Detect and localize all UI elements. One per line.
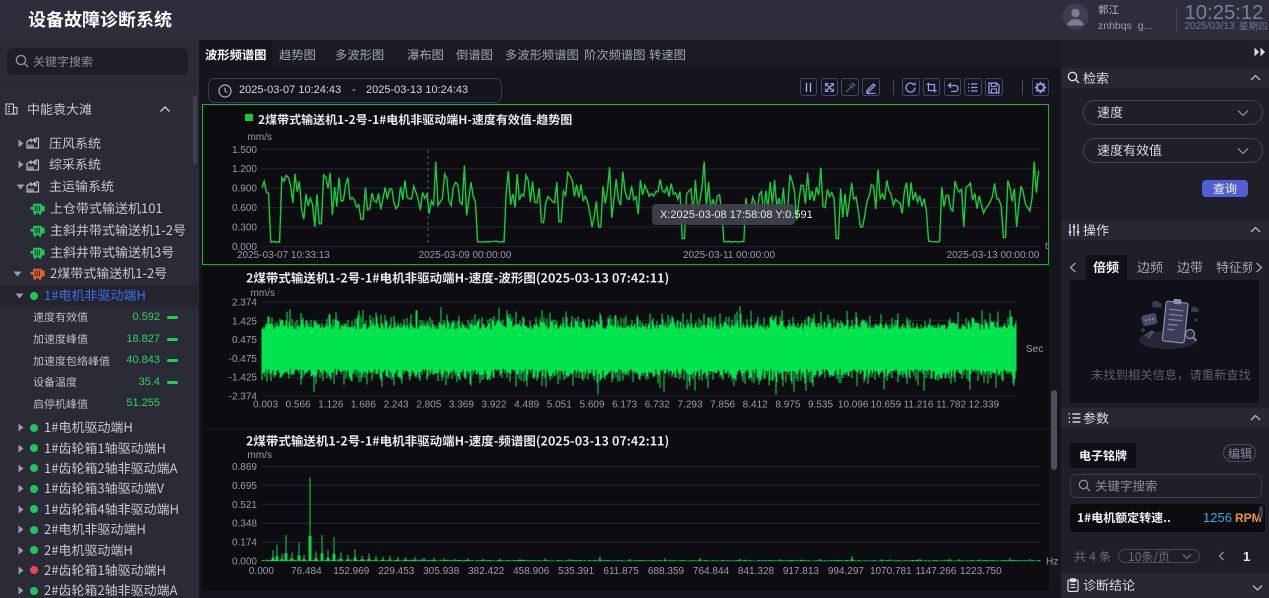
svg-text:611.875: 611.875	[603, 566, 639, 577]
svg-text:1223.750: 1223.750	[960, 566, 1002, 577]
svg-text:917.813: 917.813	[783, 566, 820, 577]
svg-text:0.348: 0.348	[232, 519, 257, 530]
svg-text:0.521: 0.521	[232, 500, 257, 511]
svg-text:764.844: 764.844	[693, 566, 730, 577]
svg-text:229.453: 229.453	[378, 566, 415, 577]
svg-text:0.695: 0.695	[232, 481, 257, 492]
svg-text:76.484: 76.484	[291, 566, 322, 577]
svg-text:1070.781: 1070.781	[870, 566, 912, 577]
svg-text:382.422: 382.422	[468, 566, 505, 577]
svg-text:0.869: 0.869	[232, 462, 257, 473]
svg-text:535.391: 535.391	[558, 566, 595, 577]
svg-text:1147.266: 1147.266	[915, 566, 956, 577]
svg-text:994.297: 994.297	[828, 566, 865, 577]
svg-text:Hz: Hz	[1046, 557, 1058, 568]
svg-text:0.174: 0.174	[232, 538, 257, 549]
svg-text:mm/s: mm/s	[248, 450, 272, 461]
svg-text:305.938: 305.938	[423, 566, 460, 577]
svg-text:688.359: 688.359	[648, 566, 685, 577]
svg-text:841.328: 841.328	[738, 566, 775, 577]
svg-text:0.000: 0.000	[249, 566, 274, 577]
svg-text:458.906: 458.906	[513, 566, 550, 577]
svg-text:152.969: 152.969	[333, 566, 370, 577]
